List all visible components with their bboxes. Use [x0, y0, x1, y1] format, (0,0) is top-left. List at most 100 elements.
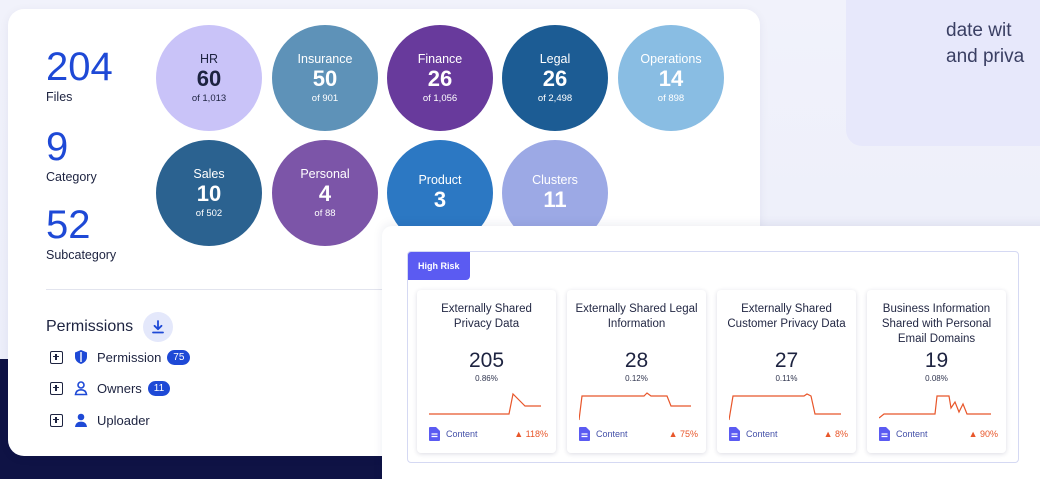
category-label: Personal: [300, 167, 350, 181]
risk-card-footer: Content ▲ 75%: [579, 427, 698, 441]
stat-category-label: Category: [46, 170, 97, 184]
info-card: date wit and priva: [846, 0, 1040, 146]
category-bubble-insurance[interactable]: Insurance 50 of 901: [272, 25, 378, 131]
category-count: 10: [196, 181, 222, 206]
permission-badge: 75: [167, 349, 191, 365]
category-count: 3: [433, 186, 447, 212]
risk-card-title: Externally Shared Customer Privacy Data: [727, 303, 846, 330]
info-card-line-1: date wit: [946, 20, 1012, 41]
risk-card[interactable]: Externally Shared Privacy Data 205 0.86% Co…: [417, 290, 556, 453]
stat-category-value: 9: [46, 125, 69, 169]
risk-card-percent: 0.08%: [925, 374, 948, 383]
stat-subcategory-label: Subcategory: [46, 248, 117, 262]
risk-card-percent: 0.11%: [775, 374, 798, 383]
document-icon: [579, 427, 590, 441]
content-link[interactable]: Content: [729, 427, 778, 441]
category-count: 26: [542, 66, 568, 91]
sparkline: [429, 392, 541, 415]
sparkline: [879, 395, 991, 419]
category-bubble-legal[interactable]: Legal 26 of 2,498: [502, 25, 608, 131]
category-label: Legal: [539, 52, 571, 66]
category-count: 26: [427, 66, 453, 91]
risk-card-percent: 0.86%: [475, 374, 498, 383]
user-outline-icon: [73, 380, 89, 396]
content-label: Content: [596, 429, 628, 439]
download-icon: [152, 320, 165, 334]
category-count: 4: [318, 181, 332, 206]
category-label: Finance: [417, 52, 463, 66]
shield-icon: [73, 349, 89, 365]
category-sub: of 1,013: [191, 93, 227, 104]
risk-card-title: Externally Shared Legal Information: [575, 303, 698, 330]
expand-icon[interactable]: [50, 381, 63, 395]
content-label: Content: [896, 429, 928, 439]
category-label: Product: [418, 172, 462, 187]
document-icon: [879, 427, 890, 441]
risk-card-count: 19: [924, 349, 949, 372]
document-icon: [429, 427, 440, 441]
high-risk-panel: High Risk Externally Shared Privacy Data…: [382, 226, 1040, 479]
owners-badge: 11: [147, 380, 171, 396]
category-bubble-hr[interactable]: HR 60 of 1,013: [156, 25, 262, 131]
owners-row[interactable]: Owners 11: [50, 380, 171, 396]
category-bubble-operations[interactable]: Operations 14 of 898: [618, 25, 724, 131]
risk-card-count: 27: [774, 349, 799, 372]
content-link[interactable]: Content: [879, 427, 928, 441]
content-label: Content: [746, 429, 778, 439]
risk-card-count: 205: [468, 349, 505, 372]
stat-files-label: Files: [46, 90, 73, 104]
category-sub: of 2,498: [537, 93, 573, 104]
uploader-label: Uploader: [97, 412, 150, 428]
risk-card[interactable]: Externally Shared Customer Privacy Data 2…: [717, 290, 856, 453]
user-icon: [73, 412, 89, 428]
risk-card[interactable]: Business Information Shared with Persona…: [867, 290, 1006, 453]
uploader-row[interactable]: Uploader: [50, 412, 150, 428]
permission-label: Permission: [97, 349, 162, 365]
category-count: 60: [196, 66, 222, 91]
trend-indicator: ▲ 8%: [823, 429, 848, 439]
risk-card-count: 28: [624, 349, 649, 372]
category-sub: of 901: [311, 93, 339, 104]
category-bubble-finance[interactable]: Finance 26 of 1,056: [387, 25, 493, 131]
category-label: Sales: [193, 167, 225, 181]
category-sub: of 502: [195, 208, 223, 219]
category-sub: of 898: [657, 93, 685, 104]
expand-icon[interactable]: [50, 413, 63, 427]
info-card-text: date wit and priva: [946, 0, 1024, 70]
trend-indicator: ▲ 118%: [514, 429, 548, 439]
trend-indicator: ▲ 90%: [968, 429, 998, 439]
risk-card-footer: Content ▲ 90%: [879, 427, 998, 441]
risk-card[interactable]: Externally Shared Legal Information 28 0.1…: [567, 290, 706, 453]
content-label: Content: [446, 429, 478, 439]
stat-subcategory: 52 Subcategory: [46, 205, 166, 262]
risk-card-footer: Content ▲ 118%: [429, 427, 548, 441]
content-link[interactable]: Content: [579, 427, 628, 441]
category-label: Clusters: [532, 172, 578, 187]
owners-label: Owners: [97, 380, 142, 396]
category-bubble-sales[interactable]: Sales 10 of 502: [156, 140, 262, 246]
category-sub: of 1,056: [422, 93, 458, 104]
stat-category: 9 Category: [46, 127, 166, 184]
category-sub: of 88: [314, 208, 336, 219]
info-card-line-2: and priva: [946, 46, 1025, 67]
risk-card-title: Business Information Shared with Persona…: [881, 303, 992, 345]
expand-icon[interactable]: [50, 350, 63, 364]
document-icon: [729, 427, 740, 441]
stat-subcategory-value: 52: [46, 203, 91, 247]
content-link[interactable]: Content: [429, 427, 478, 441]
risk-card-percent: 0.12%: [625, 374, 648, 383]
high-risk-tag: High Risk: [408, 252, 470, 280]
trend-indicator: ▲ 75%: [668, 429, 698, 439]
risk-card-footer: Content ▲ 8%: [729, 427, 848, 441]
download-button[interactable]: [143, 312, 174, 342]
category-count: 14: [658, 66, 684, 91]
category-count: 50: [312, 66, 338, 91]
permission-row[interactable]: Permission 75: [50, 349, 191, 365]
high-risk-frame: High Risk Externally Shared Privacy Data…: [407, 251, 1019, 463]
category-count: 11: [543, 186, 567, 212]
category-label: HR: [199, 52, 219, 66]
sparkline: [579, 392, 691, 421]
permissions-header: Permissions: [46, 312, 174, 342]
category-label: Insurance: [297, 52, 353, 66]
category-bubble-personal[interactable]: Personal 4 of 88: [272, 140, 378, 246]
